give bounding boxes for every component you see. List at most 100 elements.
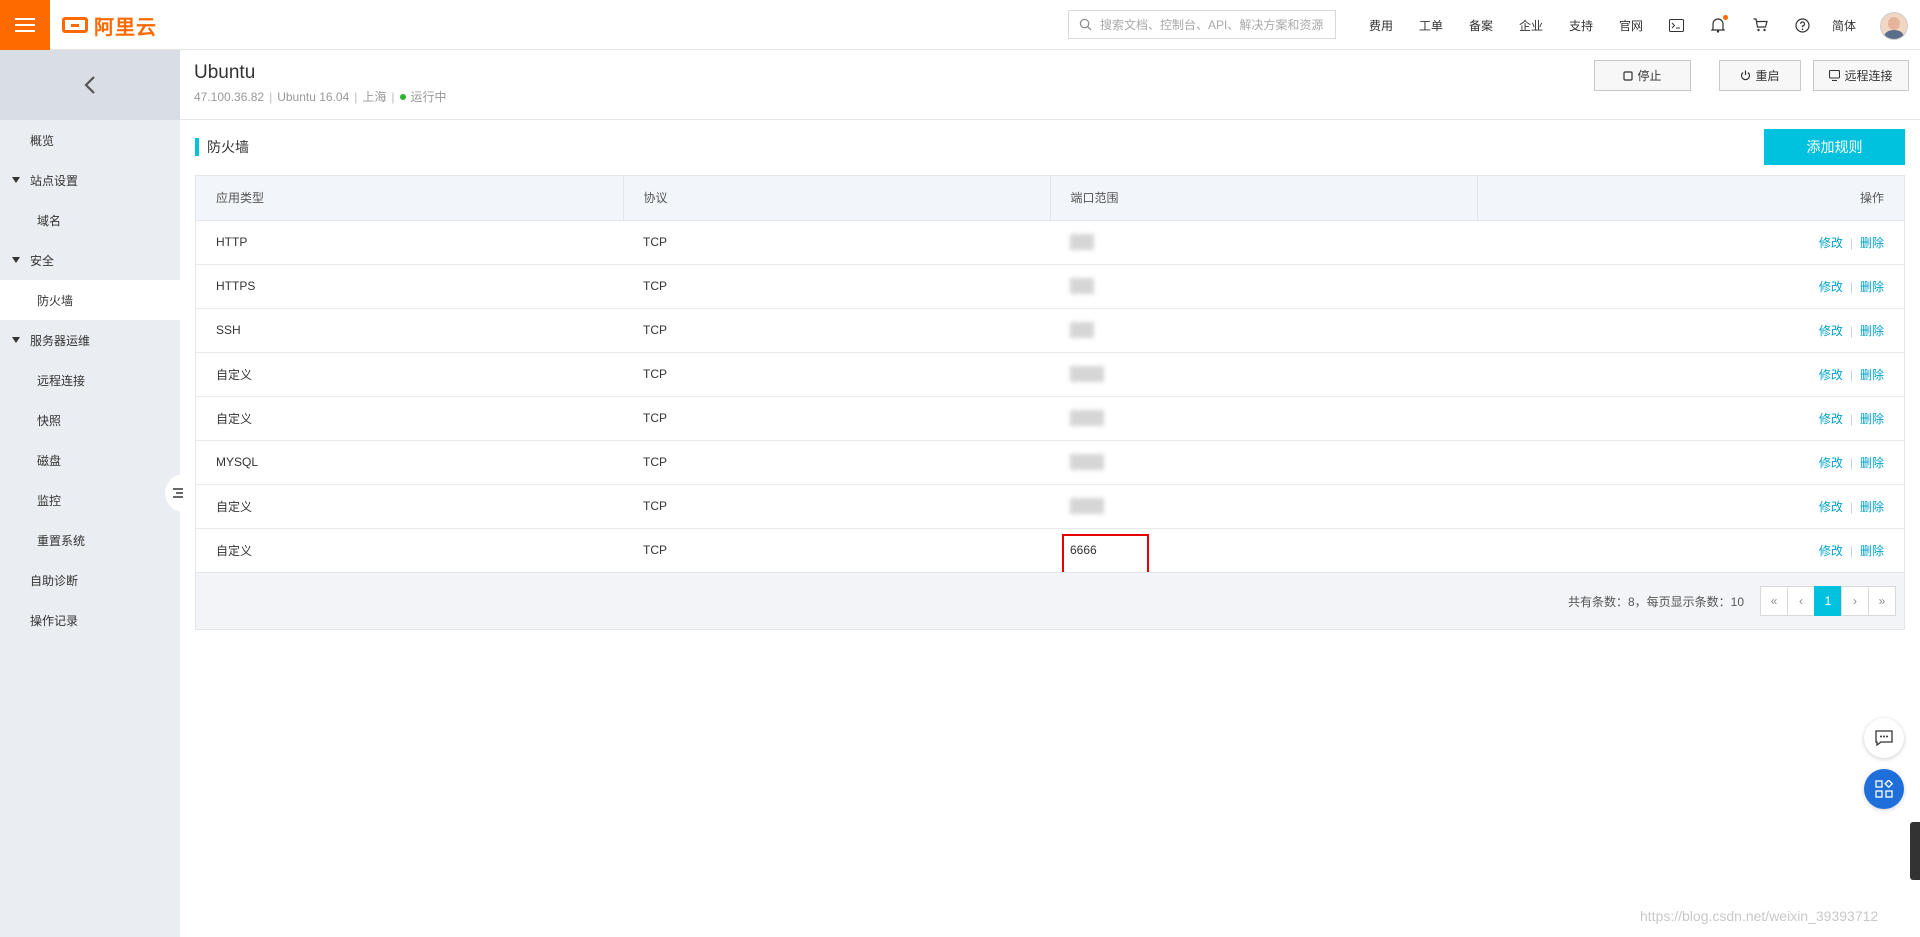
- sidebar-item-remote-connect[interactable]: 远程连接: [0, 360, 180, 400]
- nav-link-support[interactable]: 支持: [1556, 17, 1606, 34]
- op-separator: |: [1849, 367, 1853, 382]
- notification-bell-icon[interactable]: [1697, 0, 1739, 50]
- redacted-port: [1070, 322, 1094, 338]
- restart-button[interactable]: 重启: [1719, 60, 1801, 91]
- sidebar-item-snapshot[interactable]: 快照: [0, 400, 180, 440]
- terminal-icon[interactable]: [1655, 0, 1697, 50]
- language-switch[interactable]: 简体: [1823, 17, 1865, 34]
- instance-meta: 47.100.36.82 | Ubuntu 16.04 | 上海 | 运行中: [194, 88, 447, 105]
- cell-port-range: [1050, 263, 1477, 308]
- cell-protocol: TCP: [623, 527, 1050, 572]
- user-avatar[interactable]: [1880, 12, 1908, 40]
- instance-name: Ubuntu: [194, 62, 256, 83]
- cell-port-range: [1050, 220, 1477, 264]
- redacted-port: [1070, 234, 1094, 250]
- help-icon[interactable]: [1781, 0, 1823, 50]
- caret-down-icon: [12, 177, 20, 183]
- cell-app-type: 自定义: [196, 351, 623, 396]
- redacted-port: [1070, 498, 1104, 514]
- sidebar-group-server-ops[interactable]: 服务器运维: [0, 320, 180, 360]
- table-row: 自定义 TCP 6666 修改 | 删除: [196, 527, 1904, 595]
- cell-app-type: HTTP: [216, 235, 248, 249]
- edit-link[interactable]: 修改: [1819, 544, 1843, 558]
- nav-link-official-site[interactable]: 官网: [1606, 17, 1656, 34]
- edit-link[interactable]: 修改: [1819, 456, 1843, 470]
- sidebar-back-button[interactable]: [0, 50, 180, 120]
- redacted-port: [1070, 278, 1094, 294]
- cell-actions: 修改 | 删除: [1477, 439, 1904, 484]
- hamburger-menu-icon[interactable]: [0, 0, 50, 50]
- first-page-button[interactable]: «: [1760, 586, 1788, 616]
- cell-app-type: HTTPS: [196, 263, 623, 308]
- sidebar-item-reset-system[interactable]: 重置系统: [0, 520, 180, 560]
- top-nav-icons: 简体: [1655, 0, 1865, 50]
- nav-link-enterprise[interactable]: 企业: [1506, 17, 1556, 34]
- cell-actions: 修改 | 删除: [1477, 483, 1904, 528]
- delete-link[interactable]: 删除: [1860, 324, 1884, 338]
- delete-link[interactable]: 删除: [1860, 456, 1884, 470]
- sidebar-group-security[interactable]: 安全: [0, 240, 180, 280]
- cell-protocol: TCP: [623, 483, 1050, 528]
- search-input[interactable]: [1098, 16, 1334, 33]
- sidebar-group-site-settings[interactable]: 站点设置: [0, 160, 180, 200]
- sidebar-item-overview[interactable]: 概览: [0, 120, 180, 160]
- sidebar: 概览 站点设置 域名 安全 防火墙 服务器运维 远程连接 快照 磁盘 监控 重置…: [0, 50, 180, 937]
- edit-link[interactable]: 修改: [1819, 280, 1843, 294]
- apps-float-button[interactable]: [1864, 769, 1904, 809]
- cell-app-type: 自定义: [196, 395, 623, 440]
- delete-link[interactable]: 删除: [1860, 412, 1884, 426]
- side-widget-handle[interactable]: [1910, 822, 1920, 880]
- cell-port-range: [1050, 483, 1477, 528]
- sidebar-item-self-diagnosis[interactable]: 自助诊断: [0, 560, 180, 600]
- sidebar-item-disk[interactable]: 磁盘: [0, 440, 180, 480]
- delete-link[interactable]: 删除: [1860, 236, 1884, 250]
- delete-link[interactable]: 删除: [1860, 368, 1884, 382]
- search-icon: [1079, 18, 1092, 31]
- edit-link[interactable]: 修改: [1819, 412, 1843, 426]
- sidebar-item-label: 远程连接: [37, 373, 86, 388]
- edit-link[interactable]: 修改: [1819, 500, 1843, 514]
- sidebar-item-firewall[interactable]: 防火墙: [0, 280, 180, 320]
- chat-float-button[interactable]: [1864, 718, 1904, 758]
- sidebar-item-label: 站点设置: [30, 173, 79, 188]
- remote-connect-button[interactable]: 远程连接: [1813, 60, 1909, 91]
- add-rule-button[interactable]: 添加规则: [1764, 129, 1905, 165]
- nav-link-billing[interactable]: 费用: [1356, 17, 1406, 34]
- power-icon: [1741, 70, 1751, 81]
- sidebar-item-label: 快照: [37, 413, 62, 428]
- cell-protocol: TCP: [623, 307, 1050, 352]
- delete-link[interactable]: 删除: [1860, 280, 1884, 294]
- aliyun-logo[interactable]: 阿里云: [62, 12, 157, 39]
- sidebar-item-label: 监控: [37, 493, 62, 508]
- search-box[interactable]: [1068, 10, 1336, 39]
- sidebar-item-operation-log[interactable]: 操作记录: [0, 600, 180, 640]
- nav-link-tickets[interactable]: 工单: [1406, 17, 1456, 34]
- pagination-bar: 共有条数：8，每页显示条数：10 « ‹ 1 › »: [196, 572, 1904, 629]
- sidebar-item-monitor[interactable]: 监控: [0, 480, 180, 520]
- pagination-info: 共有条数：8，每页显示条数：10: [1567, 595, 1744, 609]
- cart-icon[interactable]: [1739, 0, 1781, 50]
- delete-link[interactable]: 删除: [1860, 544, 1884, 558]
- instance-ip: 47.100.36.82: [194, 89, 265, 104]
- op-separator: |: [1849, 543, 1853, 558]
- meta-separator: |: [354, 89, 358, 104]
- stop-button[interactable]: 停止: [1594, 60, 1691, 91]
- redacted-port: [1070, 454, 1104, 470]
- cell-actions: 修改 | 删除: [1477, 351, 1904, 396]
- edit-link[interactable]: 修改: [1819, 324, 1843, 338]
- nav-link-icp[interactable]: 备案: [1456, 17, 1506, 34]
- sidebar-item-domain[interactable]: 域名: [0, 200, 180, 240]
- logo-mark-icon: [62, 17, 88, 33]
- edit-link[interactable]: 修改: [1819, 236, 1843, 250]
- cell-port-range: [1050, 307, 1477, 352]
- prev-page-button[interactable]: ‹: [1787, 586, 1815, 616]
- delete-link[interactable]: 删除: [1860, 500, 1884, 514]
- restart-button-label: 重启: [1755, 69, 1780, 83]
- last-page-button[interactable]: »: [1868, 586, 1896, 616]
- next-page-button[interactable]: ›: [1841, 586, 1869, 616]
- edit-link[interactable]: 修改: [1819, 368, 1843, 382]
- sidebar-item-label: 重置系统: [37, 533, 86, 548]
- table-row: 自定义 TCP 修改 | 删除: [196, 351, 1904, 396]
- page-1-button[interactable]: 1: [1814, 586, 1842, 616]
- meta-separator: |: [269, 89, 273, 104]
